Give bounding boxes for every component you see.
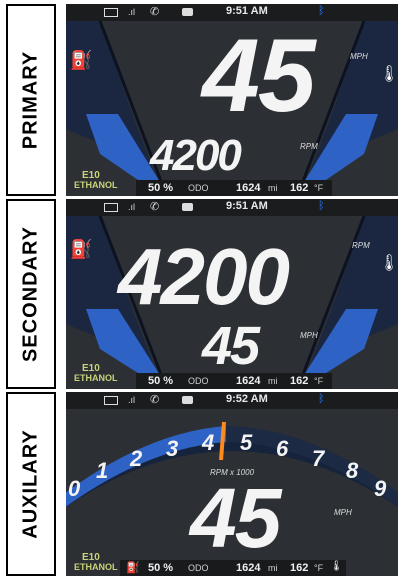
- rpm-tick-0: 0: [68, 476, 80, 501]
- info-bar: ⛽ 50 % ODO 1624 mi 162 °F 🌡: [120, 560, 346, 576]
- temperature-icon: 🌡: [330, 561, 343, 572]
- rpm-tick-1: 1: [96, 458, 108, 483]
- odo-label: ODO: [188, 376, 209, 386]
- temp-value: 162: [290, 182, 309, 194]
- secondary-label: SECONDARY: [19, 225, 42, 363]
- primary-screen: .ıl ✆ 9:51 AM ᛒ ⛽ 🌡 45 MPH 4200 RPM E10 …: [66, 4, 398, 196]
- primary-label: PRIMARY: [19, 50, 42, 150]
- odo-unit: mi: [268, 183, 278, 193]
- rpm-tick-8: 8: [346, 458, 358, 483]
- secondary-label-box: SECONDARY: [6, 199, 56, 389]
- odo-value: 1624: [236, 375, 261, 387]
- fuel-pump-icon: ⛽: [70, 239, 93, 259]
- auxilary-label-box: AUXILARY: [6, 392, 56, 576]
- odo-unit: mi: [268, 376, 278, 386]
- info-bar: 50 % ODO 1624 mi 162 °F: [136, 373, 332, 389]
- rpm-tick-6: 6: [276, 436, 288, 461]
- temperature-icon: 🌡: [379, 255, 398, 272]
- rpm-tick-3: 3: [166, 436, 178, 461]
- speed-unit: MPH: [300, 331, 318, 340]
- temp-value: 162: [290, 562, 309, 574]
- temp-unit: °F: [314, 376, 324, 386]
- fuel-name: ETHANOL: [74, 180, 118, 190]
- speed-value: 45: [190, 471, 281, 565]
- secondary-screen: .ıl ✆ 9:51 AM ᛒ ⛽ 🌡 4200 RPM 45 MPH E10 …: [66, 199, 398, 389]
- fuel-level: 50 %: [148, 562, 174, 574]
- rpm-tick-5: 5: [240, 430, 252, 455]
- rpm-tick-7: 7: [312, 446, 324, 471]
- rpm-tick-4: 4: [202, 430, 214, 455]
- temperature-icon: 🌡: [379, 66, 398, 83]
- speed-value: 45: [202, 316, 260, 376]
- rpm-tick-2: 2: [130, 446, 142, 471]
- auxilary-label: AUXILARY: [19, 429, 42, 539]
- auxilary-screen: .ıl ✆ 9:52 AM ᛒ 0 1 2 3 4 5 6 7 8 9 RPM …: [66, 392, 398, 576]
- odo-label: ODO: [188, 183, 209, 193]
- temp-unit: °F: [314, 563, 324, 573]
- rpm-value: 4200: [118, 232, 290, 321]
- fuel-pump-icon: ⛽: [126, 562, 140, 574]
- odo-label: ODO: [188, 563, 209, 573]
- fuel-pump-icon: ⛽: [70, 50, 93, 70]
- info-bar: 50 % ODO 1624 mi 162 °F: [136, 180, 332, 196]
- speed-unit: MPH: [350, 52, 368, 61]
- rpm-value: 4200: [150, 131, 242, 180]
- fuel-level: 50 %: [148, 182, 174, 194]
- odo-value: 1624: [236, 562, 261, 574]
- odo-unit: mi: [268, 563, 278, 573]
- rpm-tick-9: 9: [374, 476, 386, 501]
- speed-unit: MPH: [334, 508, 352, 517]
- fuel-name: ETHANOL: [74, 562, 118, 572]
- rpm-unit: RPM: [352, 241, 370, 250]
- temp-value: 162: [290, 375, 309, 387]
- fuel-name: ETHANOL: [74, 373, 118, 383]
- speed-value: 45: [202, 18, 316, 134]
- primary-label-box: PRIMARY: [6, 4, 56, 196]
- odo-value: 1624: [236, 182, 261, 194]
- fuel-level: 50 %: [148, 375, 174, 387]
- rpm-unit: RPM: [300, 142, 318, 151]
- temp-unit: °F: [314, 183, 324, 193]
